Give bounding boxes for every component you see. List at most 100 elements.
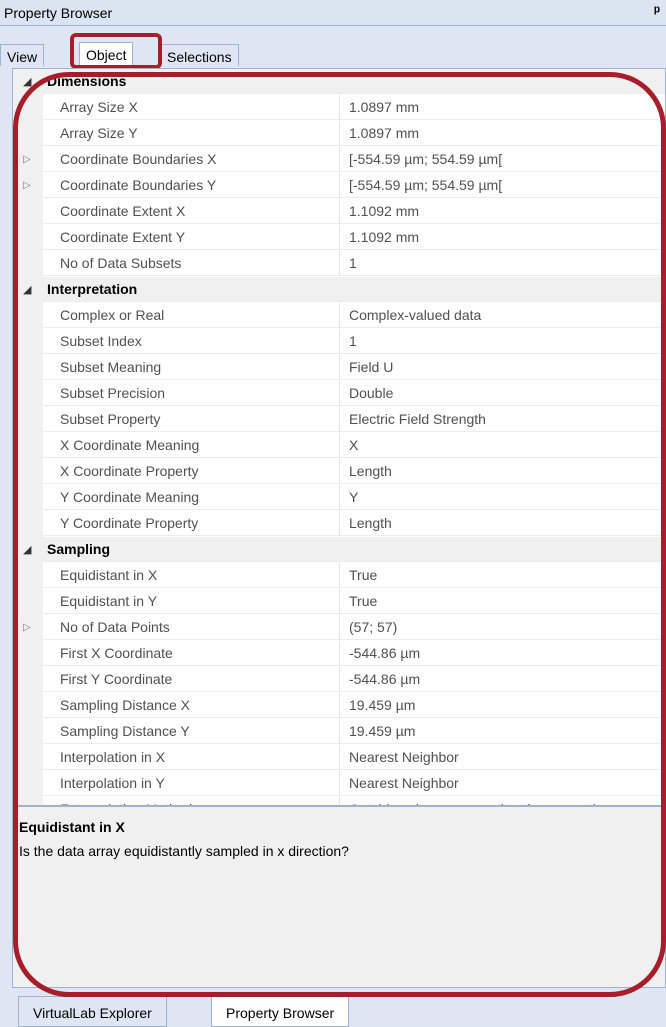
- property-row[interactable]: Complex or Real Complex-valued data: [13, 303, 665, 329]
- property-value[interactable]: Complex-valued data: [340, 303, 665, 328]
- row-gutter: [13, 225, 43, 251]
- property-value[interactable]: Length: [340, 459, 665, 484]
- expand-triangle-icon[interactable]: ▷: [23, 180, 31, 191]
- property-row[interactable]: Extrapolation MethodOutside values are e…: [13, 797, 665, 805]
- row-gutter: [13, 381, 43, 407]
- property-name: Equidistant in X: [43, 563, 340, 588]
- property-name: Coordinate Extent Y: [43, 225, 340, 250]
- property-row[interactable]: Equidistant in X True: [13, 563, 665, 589]
- property-row[interactable]: Coordinate Extent Y 1.1092 mm: [13, 225, 665, 251]
- property-name: Interpolation in Y: [43, 771, 340, 796]
- collapse-triangle-icon[interactable]: ◢: [23, 543, 31, 556]
- property-row[interactable]: ▷ Coordinate Boundaries Y [-554.59 µm; 554…: [13, 173, 665, 199]
- property-value[interactable]: 1: [340, 251, 665, 276]
- property-row[interactable]: Array Size X 1.0897 mm: [13, 95, 665, 121]
- property-value[interactable]: Electric Field Strength: [340, 407, 665, 432]
- expand-triangle-icon[interactable]: ▷: [23, 622, 31, 633]
- property-name: Equidistant in Y: [43, 589, 340, 614]
- property-value[interactable]: Nearest Neighbor: [340, 771, 665, 796]
- property-value[interactable]: 19.459 µm: [340, 719, 665, 744]
- property-row[interactable]: Y Coordinate Meaning Y: [13, 485, 665, 511]
- row-gutter: [13, 355, 43, 381]
- category-row[interactable]: ◢ Interpretation: [13, 277, 665, 303]
- property-row[interactable]: ▷ No of Data Points (57; 57): [13, 615, 665, 641]
- property-row[interactable]: Sampling Distance X 19.459 µm: [13, 693, 665, 719]
- property-name: Coordinate Extent X: [43, 199, 340, 224]
- property-row[interactable]: Subset Meaning Field U: [13, 355, 665, 381]
- property-row[interactable]: No of Data Subsets 1: [13, 251, 665, 277]
- property-value[interactable]: Field U: [340, 355, 665, 380]
- property-value[interactable]: 1.1092 mm: [340, 225, 665, 250]
- panel-title: Property Browser: [4, 5, 113, 21]
- property-value[interactable]: Length: [340, 511, 665, 536]
- category-row[interactable]: ◢ Dimensions: [13, 69, 665, 95]
- property-value[interactable]: True: [340, 563, 665, 588]
- tab-object[interactable]: Object: [79, 42, 134, 66]
- property-name: Complex or Real: [43, 303, 340, 328]
- row-gutter: [13, 485, 43, 511]
- row-gutter: [13, 121, 43, 147]
- property-name: Coordinate Boundaries X: [43, 147, 340, 172]
- row-gutter: [13, 407, 43, 433]
- property-name: Extrapolation Method: [43, 797, 340, 805]
- property-value[interactable]: 1.0897 mm: [340, 95, 665, 120]
- row-gutter: ◢: [13, 277, 43, 303]
- pin-icon[interactable]: ᵖ: [654, 3, 660, 20]
- row-gutter: [13, 511, 43, 537]
- row-gutter: [13, 95, 43, 121]
- property-row[interactable]: Interpolation in X Nearest Neighbor: [13, 745, 665, 771]
- row-gutter: ◢: [13, 69, 43, 95]
- property-value[interactable]: 1.1092 mm: [340, 199, 665, 224]
- property-row[interactable]: ▷ Coordinate Boundaries X [-554.59 µm; 554…: [13, 147, 665, 173]
- property-value[interactable]: Outside values are equal to the respecti…: [340, 797, 665, 805]
- collapse-triangle-icon[interactable]: ◢: [23, 283, 31, 296]
- property-value[interactable]: -544.86 µm: [340, 641, 665, 666]
- property-value[interactable]: Double: [340, 381, 665, 406]
- property-value[interactable]: 1: [340, 329, 665, 354]
- property-row[interactable]: Sampling Distance Y 19.459 µm: [13, 719, 665, 745]
- property-row[interactable]: Interpolation in Y Nearest Neighbor: [13, 771, 665, 797]
- property-row[interactable]: Subset Index 1: [13, 329, 665, 355]
- description-text: Is the data array equidistantly sampled …: [19, 843, 349, 859]
- property-row[interactable]: Array Size Y 1.0897 mm: [13, 121, 665, 147]
- property-name: Coordinate Boundaries Y: [43, 173, 340, 198]
- property-row[interactable]: Equidistant in Y True: [13, 589, 665, 615]
- property-name: First X Coordinate: [43, 641, 340, 666]
- property-value[interactable]: Nearest Neighbor: [340, 745, 665, 770]
- property-row[interactable]: Y Coordinate Property Length: [13, 511, 665, 537]
- property-value[interactable]: 19.459 µm: [340, 693, 665, 718]
- property-row[interactable]: Subset Precision Double: [13, 381, 665, 407]
- tab-virtuallab-explorer[interactable]: VirtualLab Explorer: [18, 996, 167, 1027]
- property-grid[interactable]: ◢ Dimensions Array Size X 1.0897 mm Array Si…: [12, 68, 666, 806]
- tab-property-browser[interactable]: Property Browser: [211, 996, 350, 1027]
- property-row[interactable]: X Coordinate Meaning X: [13, 433, 665, 459]
- row-gutter: [13, 589, 43, 615]
- property-value[interactable]: [-554.59 µm; 554.59 µm[: [340, 173, 665, 198]
- property-value[interactable]: [-554.59 µm; 554.59 µm[: [340, 147, 665, 172]
- row-gutter: ▷: [13, 147, 43, 173]
- property-value[interactable]: -544.86 µm: [340, 667, 665, 692]
- category-label: Dimensions: [43, 69, 665, 94]
- property-name: Array Size Y: [43, 121, 340, 146]
- tab-view[interactable]: View: [0, 44, 45, 66]
- property-name: Subset Property: [43, 407, 340, 432]
- property-row[interactable]: X Coordinate Property Length: [13, 459, 665, 485]
- property-name: First Y Coordinate: [43, 667, 340, 692]
- property-row[interactable]: Subset Property Electric Field Strength: [13, 407, 665, 433]
- property-value[interactable]: True: [340, 589, 665, 614]
- property-value[interactable]: (57; 57): [340, 615, 665, 640]
- expand-triangle-icon[interactable]: ▷: [23, 154, 31, 165]
- property-row[interactable]: First Y Coordinate -544.86 µm: [13, 667, 665, 693]
- row-gutter: [13, 459, 43, 485]
- property-value[interactable]: Y: [340, 485, 665, 510]
- property-value[interactable]: 1.0897 mm: [340, 121, 665, 146]
- property-value[interactable]: X: [340, 433, 665, 458]
- property-row[interactable]: First X Coordinate -544.86 µm: [13, 641, 665, 667]
- property-row[interactable]: Coordinate Extent X 1.1092 mm: [13, 199, 665, 225]
- tab-selections[interactable]: Selections: [160, 44, 239, 66]
- property-name: X Coordinate Property: [43, 459, 340, 484]
- property-name: Sampling Distance Y: [43, 719, 340, 744]
- collapse-triangle-icon[interactable]: ◢: [23, 75, 31, 88]
- category-row[interactable]: ◢ Sampling: [13, 537, 665, 563]
- row-gutter: ◢: [13, 537, 43, 563]
